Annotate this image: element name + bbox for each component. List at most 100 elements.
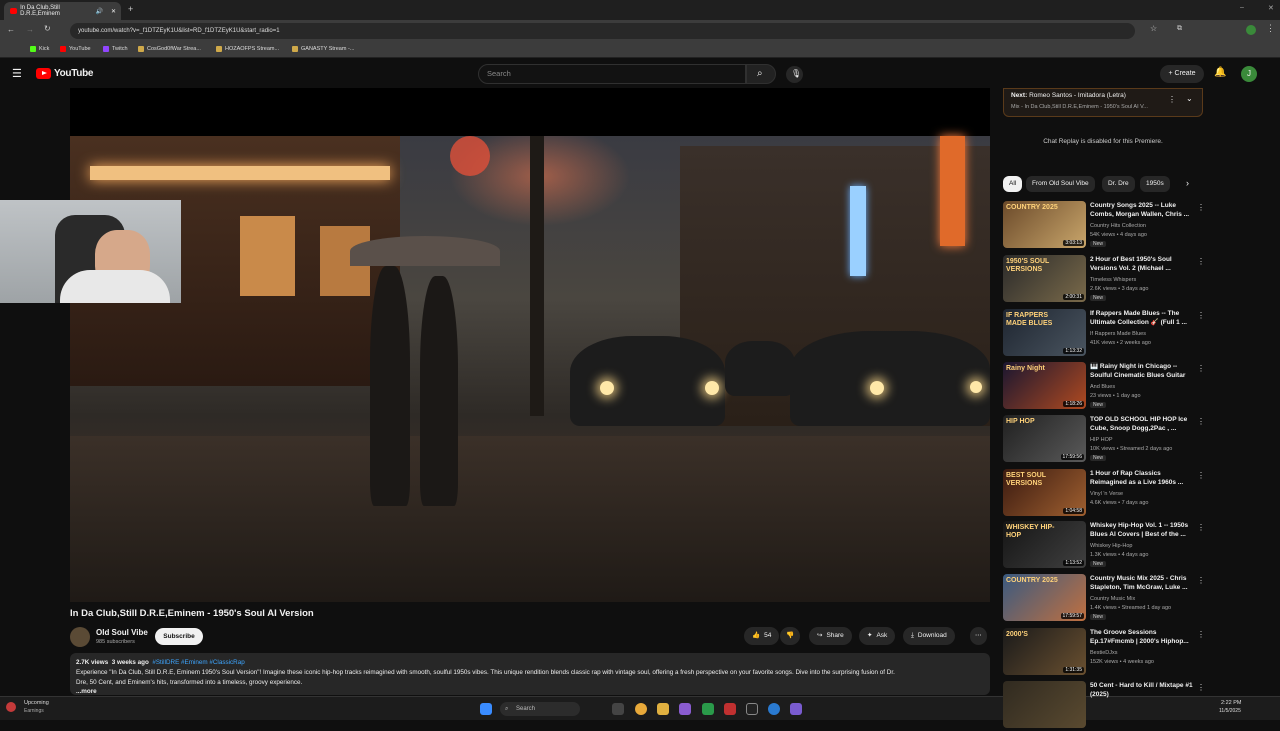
- minimize-icon[interactable]: –: [1240, 4, 1244, 11]
- kebab-menu-icon[interactable]: ⋮: [1197, 417, 1205, 426]
- recommendation-item[interactable]: Rainy Night 1:18:26 🎹 Rainy Night in Chica…: [1003, 362, 1243, 412]
- recommendation-thumbnail[interactable]: [1003, 681, 1086, 728]
- share-button[interactable]: ↪ Share: [809, 627, 852, 645]
- recommendation-title[interactable]: 1 Hour of Rap Classics Reimagined as a L…: [1090, 469, 1193, 487]
- edge-icon[interactable]: [768, 703, 780, 715]
- recommendation-title[interactable]: Country Music Mix 2025 - Chris Stapleton…: [1090, 574, 1193, 592]
- recommendation-item[interactable]: BEST SOUL VERSIONS 1:04:58 1 Hour of Rap C…: [1003, 469, 1243, 519]
- recommendation-item[interactable]: 2000'S 1:31:35 The Groove Sessions Ep.17#F…: [1003, 628, 1243, 678]
- recommendation-channel[interactable]: BestieDJxs: [1090, 650, 1118, 656]
- recommendation-channel[interactable]: If Rappers Made Blues: [1090, 331, 1146, 337]
- bookmark-stream-1[interactable]: CosGod0fWar Strea...: [138, 46, 201, 52]
- recommendation-title[interactable]: Whiskey Hip-Hop Vol. 1 -- 1950s Blues AI…: [1090, 521, 1193, 539]
- search-input[interactable]: Search: [478, 64, 746, 84]
- bookmark-stream-2[interactable]: HOZAOFPS Stream...: [216, 46, 279, 52]
- recommendation-channel[interactable]: HIP HOP: [1090, 437, 1113, 443]
- url-field[interactable]: youtube.com/watch?v=_f1DTZEyK1U&list=RD_…: [70, 23, 1135, 39]
- profile-icon[interactable]: [1246, 25, 1256, 35]
- recommendation-title[interactable]: The Groove Sessions Ep.17#Fmcmb | 2000's…: [1090, 628, 1193, 646]
- windows-start-icon[interactable]: [480, 703, 492, 715]
- voice-search-button[interactable]: 🎙: [786, 66, 803, 83]
- kebab-menu-icon[interactable]: ⋮: [1197, 471, 1205, 480]
- video-player[interactable]: [70, 88, 990, 602]
- bookmark-stream-3[interactable]: GANASTY Stream -...: [292, 46, 354, 52]
- hamburger-menu-icon[interactable]: ☰: [12, 67, 22, 80]
- notifications-bell-icon[interactable]: 🔔: [1214, 67, 1226, 78]
- recommendation-thumbnail[interactable]: COUNTRY 2025 3:03:13: [1003, 201, 1086, 248]
- recommendation-item[interactable]: COUNTRY 2025 17:59:57 Country Music Mix 20…: [1003, 574, 1243, 624]
- kebab-menu-icon[interactable]: ⋮: [1197, 683, 1205, 692]
- channel-name[interactable]: Old Soul Vibe: [96, 628, 148, 637]
- chips-next-icon[interactable]: ›: [1186, 178, 1189, 188]
- recommendation-thumbnail[interactable]: HIP HOP 17:59:56: [1003, 415, 1086, 462]
- recommendation-thumbnail[interactable]: 2000'S 1:31:35: [1003, 628, 1086, 675]
- bookmark-kick[interactable]: Kick: [30, 46, 49, 52]
- chip-all[interactable]: All: [1003, 176, 1023, 192]
- chrome-icon[interactable]: [635, 703, 647, 715]
- recommendation-item[interactable]: COUNTRY 2025 3:03:13 Country Songs 2025 --…: [1003, 201, 1243, 251]
- ask-button[interactable]: ✦ Ask: [859, 627, 896, 645]
- description-box[interactable]: 2.7K views 3 weeks ago #StillDRE #Eminem…: [70, 653, 990, 695]
- new-tab-icon[interactable]: +: [128, 4, 133, 14]
- chip-dr-dre[interactable]: Dr. Dre: [1102, 176, 1135, 192]
- app-icon[interactable]: [724, 703, 736, 715]
- app-icon[interactable]: [746, 703, 758, 715]
- taskbar-search[interactable]: ⌕ Search: [500, 702, 580, 716]
- task-view-icon[interactable]: [612, 703, 624, 715]
- window-close-icon[interactable]: ✕: [1268, 4, 1274, 12]
- channel-avatar[interactable]: [70, 627, 90, 647]
- recommendation-channel[interactable]: Country Hits Collection: [1090, 223, 1146, 229]
- subscribe-button[interactable]: Subscribe: [155, 628, 203, 645]
- recommendation-channel[interactable]: And Blues: [1090, 384, 1115, 390]
- recommendation-channel[interactable]: Country Music Mix: [1090, 596, 1135, 602]
- app-icon[interactable]: [702, 703, 714, 715]
- recommendation-title[interactable]: 50 Cent - Hard to Kill / Mixtape #1 (202…: [1090, 681, 1193, 699]
- recommendation-item[interactable]: IF RAPPERS MADE BLUES 1:13:32 If Rappers M…: [1003, 309, 1243, 359]
- chip-1950s[interactable]: 1950s: [1140, 176, 1170, 192]
- create-button[interactable]: + Create: [1160, 65, 1204, 83]
- next-more-icon[interactable]: ⋮: [1168, 95, 1176, 104]
- recommendation-channel[interactable]: Whiskey Hip-Hop: [1090, 543, 1132, 549]
- forward-icon[interactable]: →: [26, 25, 34, 34]
- kebab-menu-icon[interactable]: ⋮: [1197, 311, 1205, 320]
- kebab-menu-icon[interactable]: ⋮: [1197, 576, 1205, 585]
- bookmark-twitch[interactable]: Twitch: [103, 46, 128, 52]
- chevron-down-icon[interactable]: ⌄: [1186, 94, 1193, 103]
- hashtags[interactable]: #StillDRE #Eminem #ClassicRap: [152, 659, 244, 666]
- widget-title[interactable]: Upcoming: [24, 700, 49, 706]
- dislike-button[interactable]: 👎: [780, 627, 801, 645]
- app-icon[interactable]: [679, 703, 691, 715]
- recommendation-channel[interactable]: Vinyl 'n Verse: [1090, 491, 1123, 497]
- up-next-panel[interactable]: Next: Romeo Santos - Imitadora (Letra) M…: [1003, 88, 1203, 117]
- recommendation-channel[interactable]: Timeless Whispers: [1090, 277, 1136, 283]
- discord-icon[interactable]: [790, 703, 802, 715]
- weather-widget-icon[interactable]: [6, 702, 16, 712]
- recommendation-item[interactable]: 1950'S SOUL VERSIONS 2:00:31 2 Hour of Bes…: [1003, 255, 1243, 305]
- recommendation-title[interactable]: If Rappers Made Blues -- The Ultimate Co…: [1090, 309, 1193, 327]
- recommendation-thumbnail[interactable]: BEST SOUL VERSIONS 1:04:58: [1003, 469, 1086, 516]
- youtube-logo[interactable]: YouTube: [36, 68, 94, 79]
- tab-close-icon[interactable]: ✕: [111, 8, 116, 15]
- recommendation-item[interactable]: HIP HOP 17:59:56 TOP OLD SCHOOL HIP HOP Ic…: [1003, 415, 1243, 465]
- file-explorer-icon[interactable]: [657, 703, 669, 715]
- recommendation-title[interactable]: 2 Hour of Best 1950's Soul Versions Vol.…: [1090, 255, 1193, 273]
- bookmark-youtube[interactable]: YouTube: [60, 46, 91, 52]
- recommendation-thumbnail[interactable]: 1950'S SOUL VERSIONS 2:00:31: [1003, 255, 1086, 302]
- recommendation-title[interactable]: Country Songs 2025 -- Luke Combs, Morgan…: [1090, 201, 1193, 219]
- recommendation-title[interactable]: 🎹 Rainy Night in Chicago -- Soulful Cine…: [1090, 362, 1193, 380]
- recommendation-item[interactable]: 50 Cent - Hard to Kill / Mixtape #1 (202…: [1003, 681, 1243, 731]
- browser-menu-icon[interactable]: ⋮: [1266, 23, 1275, 34]
- kebab-menu-icon[interactable]: ⋮: [1197, 364, 1205, 373]
- chip-from-channel[interactable]: From Old Soul Vibe: [1026, 176, 1095, 192]
- recommendation-thumbnail[interactable]: Rainy Night 1:18:26: [1003, 362, 1086, 409]
- recommendation-item[interactable]: WHISKEY HIP-HOP 1:13:52 Whiskey Hip-Hop Vo…: [1003, 521, 1243, 571]
- kebab-menu-icon[interactable]: ⋮: [1197, 630, 1205, 639]
- browser-tab-active[interactable]: In Da Club,Still D.R.E,Eminem 🔊 ✕: [4, 2, 121, 20]
- kebab-menu-icon[interactable]: ⋮: [1197, 257, 1205, 266]
- kebab-menu-icon[interactable]: ⋮: [1197, 523, 1205, 532]
- account-avatar[interactable]: J: [1241, 66, 1257, 82]
- bookmark-star-icon[interactable]: ☆: [1150, 24, 1157, 33]
- more-actions-button[interactable]: ⋯: [970, 627, 987, 645]
- kebab-menu-icon[interactable]: ⋮: [1197, 203, 1205, 212]
- recommendation-title[interactable]: TOP OLD SCHOOL HIP HOP Ice Cube, Snoop D…: [1090, 415, 1193, 433]
